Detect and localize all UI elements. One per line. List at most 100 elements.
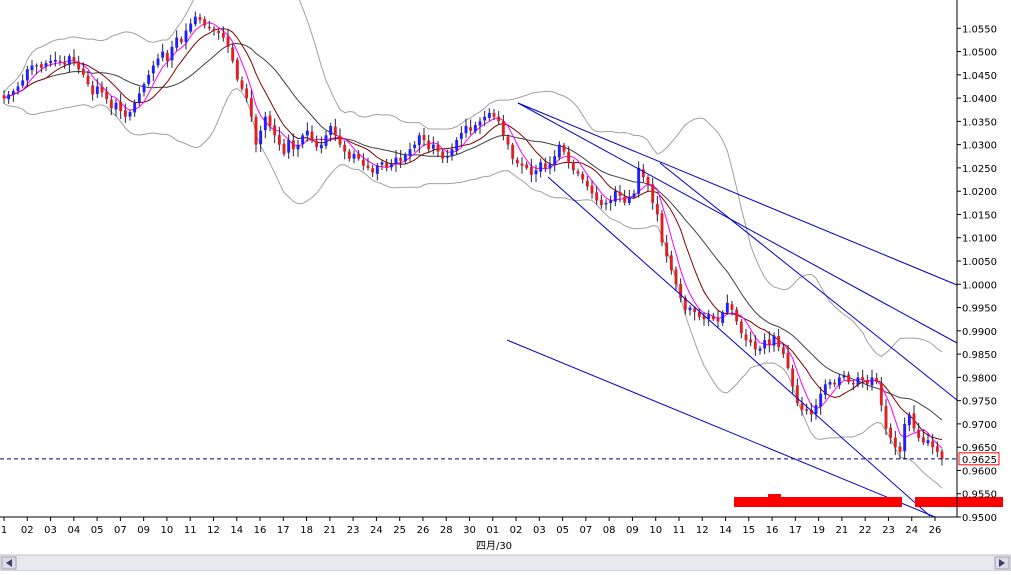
candle-body [823,384,827,395]
candle-body [7,94,11,100]
candle-body [618,191,622,196]
x-tick-label: 10 [161,525,174,536]
candle-body [105,91,109,100]
candle-body [735,309,739,322]
candle-body [21,80,25,86]
x-tick-label: 09 [626,525,639,536]
y-tick-label: 0.9650 [962,443,997,454]
candle-body [926,440,930,444]
candle-body [651,184,655,203]
candle-body [63,62,67,65]
candle-body [903,423,907,452]
y-tick-label: 0.9800 [962,373,997,384]
candle-body [305,130,309,136]
y-tick-label: 1.0350 [962,117,997,128]
chart-canvas[interactable]: 0.9625 1.05501.05001.04501.04001.03501.0… [0,0,1011,572]
candle-body [940,451,944,459]
x-tick-label: 01 [486,525,499,536]
candle-body [394,157,398,164]
candle-body [506,136,510,145]
y-tick-label: 0.9950 [962,304,997,315]
candle-body [931,441,935,448]
candle-body [805,409,809,411]
candle-body [655,203,659,215]
x-tick-label: 1 [1,525,7,536]
candle-body [114,102,118,110]
candle [235,57,239,82]
x-tick-label: 28 [440,525,453,536]
candle-body [91,85,95,95]
candle-body [669,255,673,271]
candle-body [347,151,351,159]
candle-body [137,93,141,103]
candle-body [156,58,160,66]
candle-body [627,196,631,203]
candle-body [422,134,426,140]
candle-body [249,97,253,117]
candle-body [534,170,538,175]
candle-body [837,377,841,386]
candle-body [39,64,43,68]
candle-body [921,437,925,443]
candle-body [861,377,865,380]
x-tick-label: 26 [417,525,430,536]
candle-body [777,336,781,348]
candle-body [856,377,860,385]
candle-body [72,56,76,61]
candle-body [175,37,179,48]
candle-body [688,307,692,311]
candle-body [310,131,314,140]
candle-body [721,312,725,323]
candlestick-chart[interactable]: 0.9625 1.0550 1.0500 1.0450 1.0400 1.0350 1.0… [0,0,1011,572]
candle-body [739,321,743,334]
candle-body [287,139,291,153]
candle-body [77,61,81,70]
candle-body [646,177,650,185]
candle-body [879,383,883,406]
candle-body [217,30,221,33]
candle-body [35,65,39,67]
candle-body [772,335,776,346]
candle-body [170,46,174,61]
candle-body [847,374,851,383]
candle-body [585,180,589,187]
candle-body [637,167,641,194]
candle-body [203,19,207,26]
candle-body [403,154,407,162]
candle-body [441,151,445,159]
y-tick-label: 1.0300 [962,141,997,152]
x-tick-label: 23 [347,525,360,536]
x-tick-label: 25 [393,525,406,536]
y-tick-label: 1.0150 [962,210,997,221]
candle-body [296,144,300,150]
red-marker-nub [768,494,781,498]
candle-body [361,159,365,166]
candle-body [189,23,193,32]
candle-body [67,56,71,65]
candle-body [231,47,235,61]
y-tick-label: 1.0250 [962,164,997,175]
x-tick-label: 09 [137,525,150,536]
candle-body [413,144,417,148]
candle-body [548,164,552,169]
candle-body [282,143,286,154]
candle-body [543,163,547,168]
y-tick-label: 0.9550 [962,490,997,501]
candle [660,209,664,247]
candle-body [427,140,431,150]
x-tick-label: 17 [789,525,802,536]
x-tick-label: 26 [929,525,942,536]
candle-body [893,437,897,448]
y-tick-label: 0.9750 [962,397,997,408]
candle-body [749,339,753,343]
candle-body [301,135,305,145]
horizontal-scrollbar[interactable] [0,554,1011,572]
candle-body [795,385,799,403]
candle-body [455,139,459,151]
y-tick-label: 1.0200 [962,187,997,198]
x-tick-label: 14 [230,525,243,536]
candle-body [632,193,636,198]
candle-body [870,377,874,386]
x-tick-label: 03 [533,525,546,536]
candle-body [417,135,421,146]
